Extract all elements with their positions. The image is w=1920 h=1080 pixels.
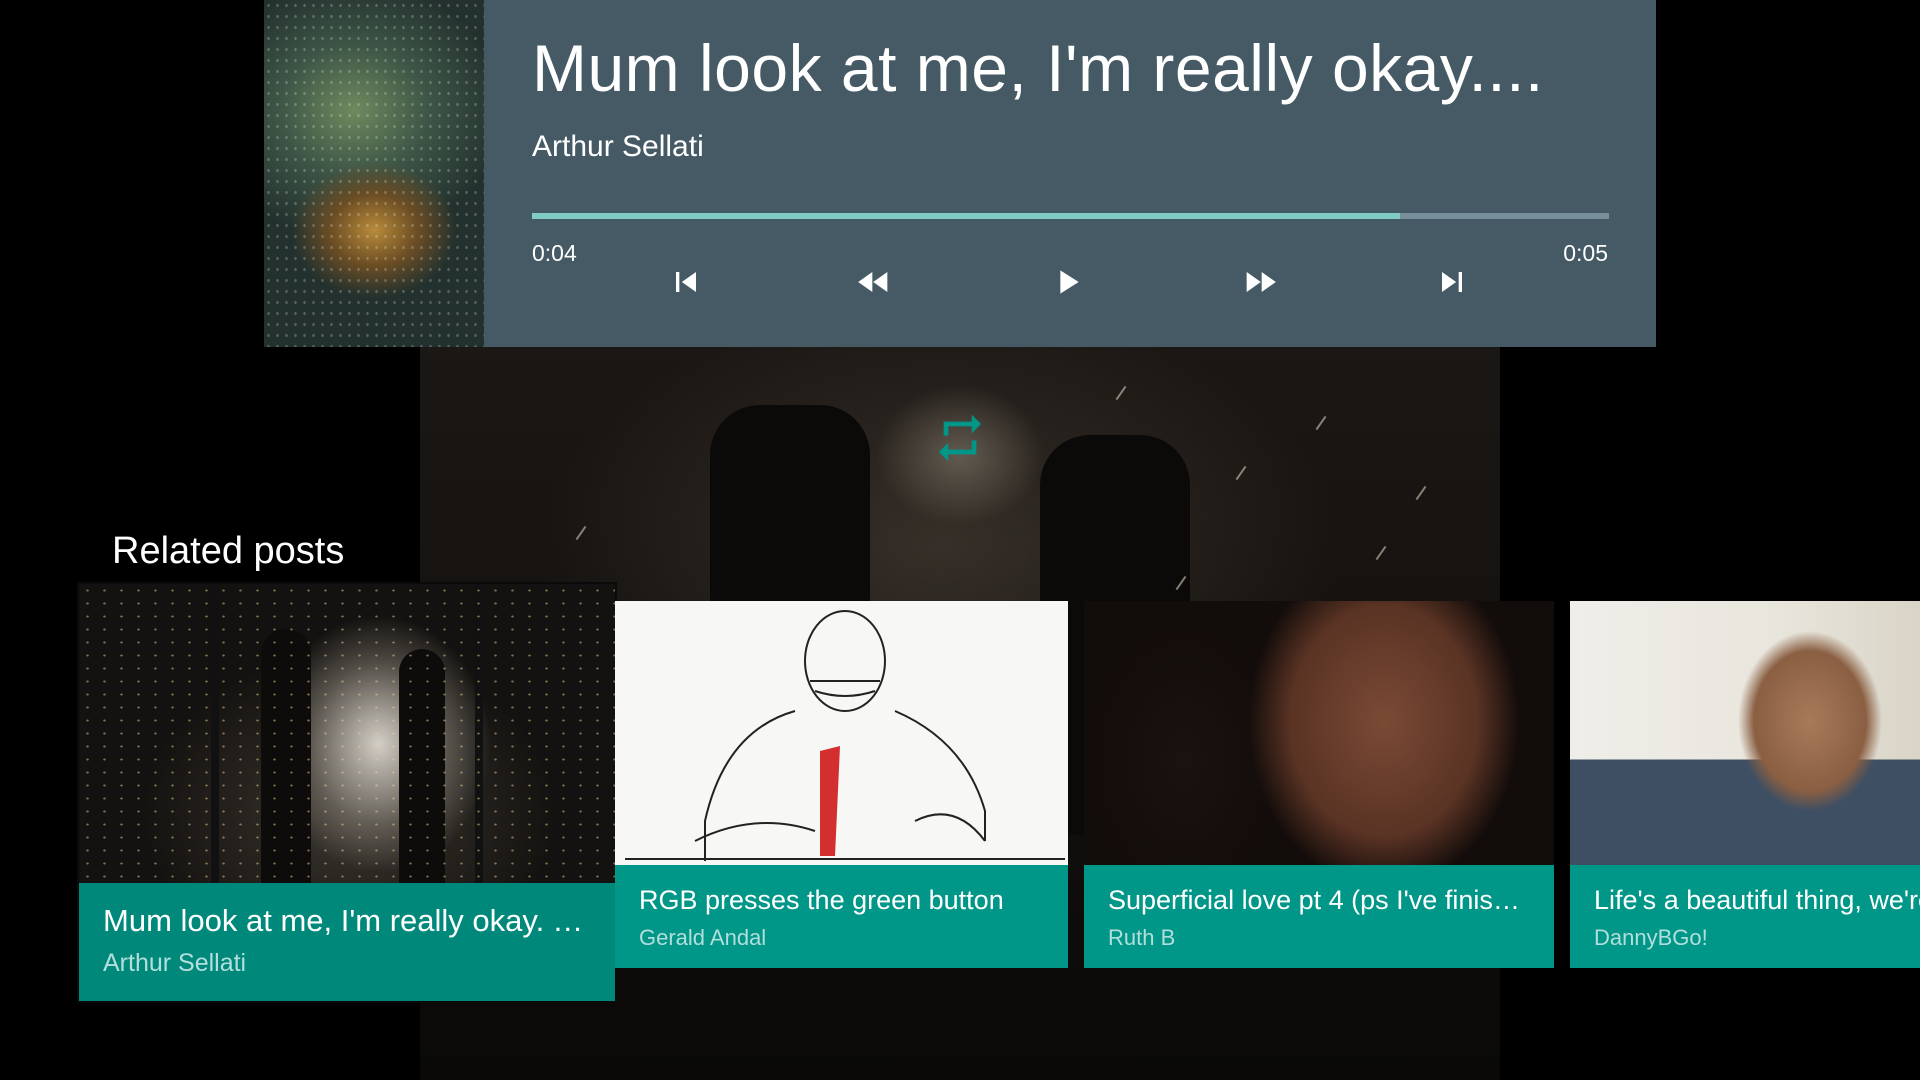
related-card-title: RGB presses the green button [639,885,1004,915]
progress-bar[interactable] [532,213,1609,219]
progress-bar-fill [532,213,1401,219]
related-card-4[interactable]: Life's a beautiful thing, we're just Dan… [1570,601,1920,968]
related-card-author: Ruth B [1108,925,1176,950]
now-playing-artist: Arthur Sellati [532,130,704,163]
rewind-button[interactable] [850,260,898,308]
related-card-info: RGB presses the green button Gerald Anda… [615,865,1068,968]
play-button[interactable] [1043,260,1091,308]
related-card-thumbnail [1570,601,1920,865]
now-playing-panel: Mum look at me, I'm really okay.... Arth… [484,0,1656,347]
related-posts-header: Related posts [112,530,345,572]
rewind-icon [854,262,894,307]
current-time: 0:04 [532,240,577,266]
play-icon [1047,262,1087,307]
skip-next-button[interactable] [1428,260,1476,308]
related-card-thumbnail [615,601,1068,865]
skip-previous-button[interactable] [662,260,710,308]
related-card-info: Mum look at me, I'm really okay. Trust m… [79,883,615,1001]
skip-next-icon [1432,262,1472,307]
related-card-author: DannyBGo! [1594,925,1708,950]
related-card-info: Life's a beautiful thing, we're just Dan… [1570,865,1920,968]
figure-right [399,649,445,883]
related-card-author: Gerald Andal [639,925,767,950]
related-card-thumbnail [79,584,615,883]
total-time: 0:05 [1563,240,1608,266]
fast-forward-icon [1240,262,1280,307]
related-card-thumbnail [1084,601,1554,865]
related-card-3[interactable]: Superficial love pt 4 (ps I've finished … [1084,601,1554,968]
fast-forward-button[interactable] [1236,260,1284,308]
related-card-title: Superficial love pt 4 (ps I've finished … [1108,885,1528,915]
repeat-button[interactable] [932,410,988,466]
related-card-title: Mum look at me, I'm really okay. Trust m… [103,903,593,938]
related-card-2[interactable]: RGB presses the green button Gerald Anda… [615,601,1068,968]
related-card-author: Arthur Sellati [103,949,247,977]
now-playing-title: Mum look at me, I'm really okay.... [532,31,1544,105]
repeat-icon [932,414,988,470]
figure-left [261,629,311,883]
related-card-1[interactable]: Mum look at me, I'm really okay. Trust m… [79,584,615,1001]
related-card-info: Superficial love pt 4 (ps I've finished … [1084,865,1554,968]
related-card-title: Life's a beautiful thing, we're just [1594,885,1920,915]
skip-previous-icon [666,262,706,307]
now-playing-album-art [264,0,484,347]
